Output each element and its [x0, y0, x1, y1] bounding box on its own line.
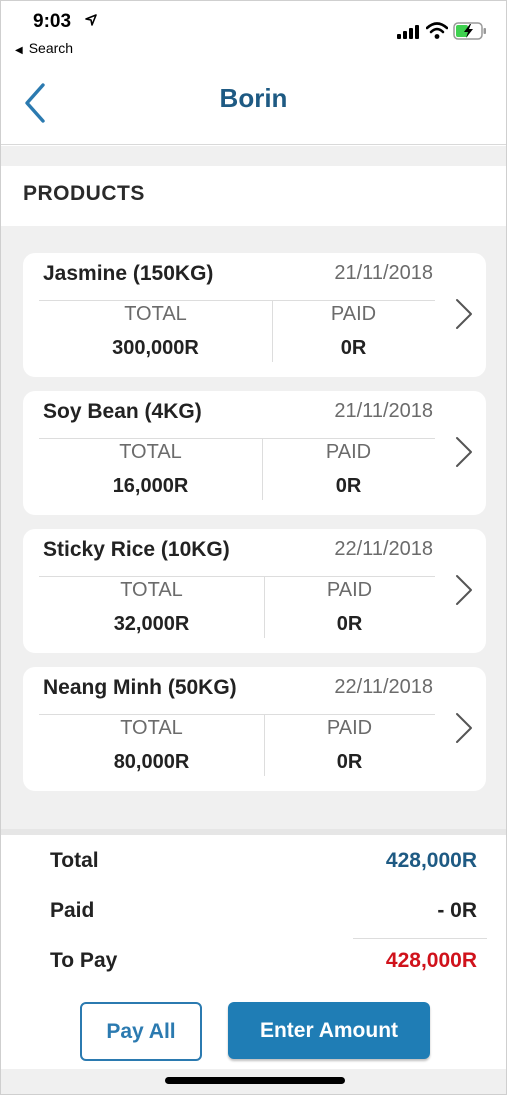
product-card[interactable]: Jasmine (150KG) 21/11/2018 TOTAL 300,000…: [23, 253, 486, 377]
total-value: 300,000R: [112, 337, 199, 359]
summary-paid-label: Paid: [50, 899, 95, 922]
product-name: Soy Bean (4KG): [43, 400, 202, 423]
product-date: 22/11/2018: [334, 676, 433, 698]
product-name: Neang Minh (50KG): [43, 676, 237, 699]
chevron-right-icon: [456, 713, 472, 743]
total-label: TOTAL: [124, 303, 187, 325]
paid-label: PAID: [326, 579, 373, 601]
products-section-header: PRODUCTS: [1, 166, 506, 226]
product-date: 21/11/2018: [334, 400, 433, 422]
battery-charging-icon: [453, 22, 486, 40]
status-bar: 9:03 ◀ Search: [1, 1, 506, 63]
back-to-search-label: Search: [28, 40, 74, 56]
pay-all-button[interactable]: Pay All: [80, 1002, 202, 1061]
chevron-right-icon: [456, 437, 472, 467]
enter-amount-button[interactable]: Enter Amount: [228, 1002, 430, 1059]
card-divider: [39, 714, 435, 715]
status-time: 9:03: [33, 11, 72, 32]
product-card[interactable]: Soy Bean (4KG) 21/11/2018 TOTAL 16,000R …: [23, 391, 486, 515]
page-title: Borin: [219, 83, 288, 113]
total-value: 80,000R: [113, 751, 190, 773]
card-divider: [39, 438, 435, 439]
paid-label: PAID: [325, 441, 372, 463]
chevron-right-icon: [456, 299, 472, 329]
product-card[interactable]: Sticky Rice (10KG) 22/11/2018 TOTAL 32,0…: [23, 529, 486, 653]
total-label: TOTAL: [120, 717, 183, 739]
back-to-search-link[interactable]: ◀ Search: [15, 40, 73, 56]
back-triangle-icon: ◀: [15, 45, 23, 56]
total-value: 32,000R: [113, 613, 190, 635]
summary-divider: [353, 938, 487, 939]
nav-header: Borin: [1, 63, 506, 145]
paid-label: PAID: [326, 717, 373, 739]
product-date: 21/11/2018: [334, 262, 433, 284]
total-label: TOTAL: [119, 441, 182, 463]
paid-label: PAID: [330, 303, 377, 325]
cellular-signal-icon: [397, 25, 419, 39]
location-arrow-icon: [85, 14, 97, 26]
summary-total-label: Total: [50, 849, 99, 872]
paid-value: 0R: [336, 613, 363, 635]
app-screen: 9:03 ◀ Search Borin PRODUCTS Jasmine (15…: [0, 0, 507, 1095]
product-name: Jasmine (150KG): [43, 262, 214, 285]
summary-paid-value: - 0R: [437, 899, 477, 922]
total-value: 16,000R: [112, 475, 189, 497]
product-name: Sticky Rice (10KG): [43, 538, 230, 561]
wifi-icon: [426, 22, 448, 39]
total-label: TOTAL: [120, 579, 183, 601]
payment-summary: Total 428,000R Paid - 0R To Pay 428,000R…: [1, 829, 506, 1069]
paid-value: 0R: [335, 475, 362, 497]
summary-total-value: 428,000R: [385, 849, 477, 872]
summary-to-pay-value: 428,000R: [385, 949, 477, 972]
paid-value: 0R: [340, 337, 367, 359]
chevron-right-icon: [456, 575, 472, 605]
product-date: 22/11/2018: [334, 538, 433, 560]
product-card[interactable]: Neang Minh (50KG) 22/11/2018 TOTAL 80,00…: [23, 667, 486, 791]
home-indicator[interactable]: [165, 1077, 345, 1084]
summary-to-pay-label: To Pay: [50, 949, 118, 972]
products-content: PRODUCTS Jasmine (150KG) 21/11/2018 TOTA…: [1, 146, 506, 829]
card-divider: [39, 576, 435, 577]
section-title: PRODUCTS: [23, 182, 145, 205]
paid-value: 0R: [336, 751, 363, 773]
card-divider: [39, 300, 435, 301]
